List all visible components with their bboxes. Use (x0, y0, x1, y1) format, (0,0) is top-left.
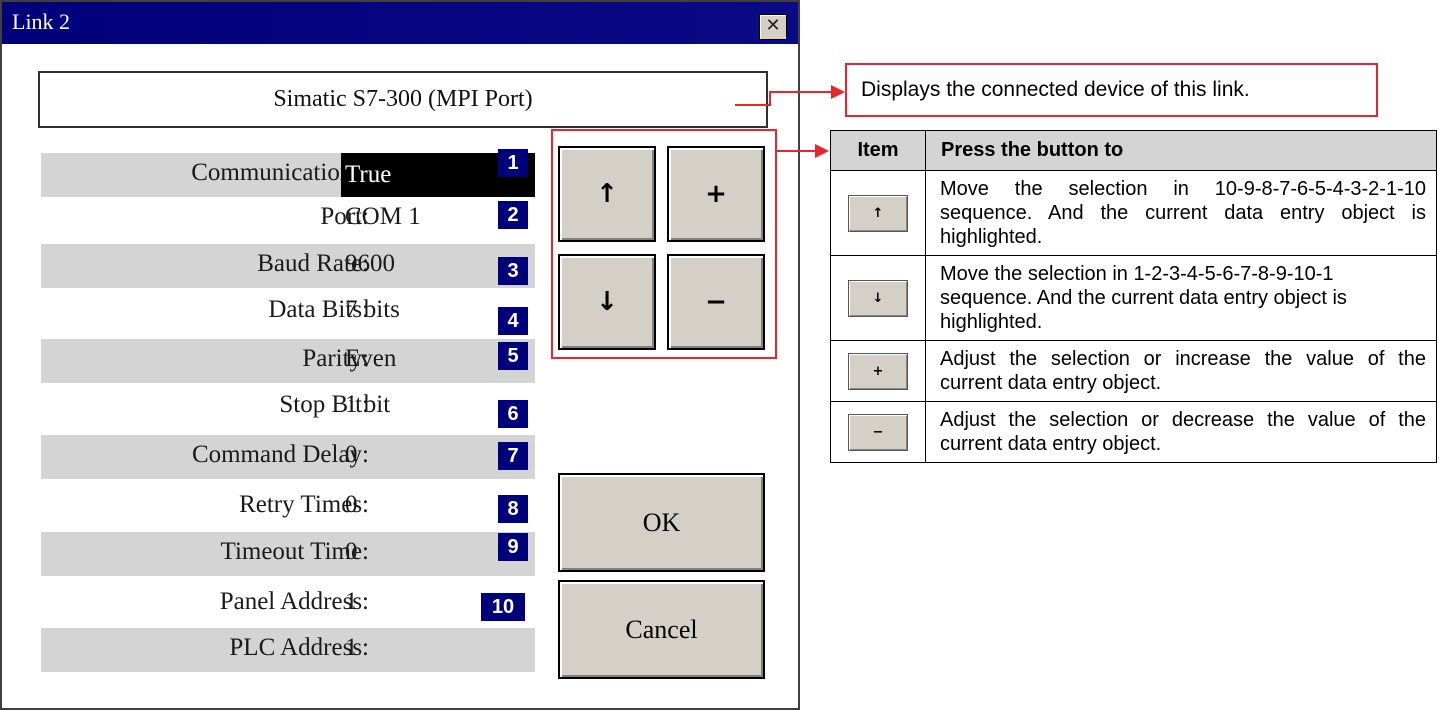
row-description: Move the selection in 1-2-3-4-5-6-7-8-9-… (925, 255, 1437, 341)
dialog-title: Link 2 (12, 9, 71, 34)
index-badge: 4 (498, 307, 528, 335)
index-badge: 2 (498, 201, 528, 229)
field-value[interactable]: 0 (345, 538, 358, 566)
table-row: ↑ Move the selection in 10-9-8-7-6-5-4-3… (830, 170, 1437, 256)
column-header-description: Press the button to (925, 130, 1437, 171)
connector-line (735, 104, 771, 106)
dialog-titlebar: Link 2 ✕ (2, 2, 798, 44)
connector-line (769, 91, 832, 93)
field-port[interactable]: Port: COM 1 (41, 197, 535, 241)
index-badge: 3 (498, 257, 528, 285)
field-parity[interactable]: Parity: Even (41, 339, 535, 383)
down-button[interactable]: ↓ (558, 254, 656, 350)
field-value[interactable]: 7 bits (345, 296, 400, 324)
close-icon: ✕ (765, 15, 781, 36)
field-baud-rate[interactable]: Baud Rate: 9600 (41, 244, 535, 288)
field-value[interactable]: 0 (345, 491, 358, 519)
table-row: − Adjust the selection or decrease the v… (830, 401, 1437, 463)
field-retry-times[interactable]: Retry Times: 0 (41, 485, 535, 529)
close-button[interactable]: ✕ (759, 14, 787, 40)
index-badge: 9 (498, 533, 528, 561)
connector-line (769, 91, 771, 106)
field-value[interactable]: 1 (345, 634, 358, 662)
table-row: ↓ Move the selection in 1-2-3-4-5-6-7-8-… (830, 255, 1437, 341)
field-label: Command Delay: (191, 441, 369, 468)
arrowhead-icon (831, 85, 845, 99)
field-value[interactable]: 0 (345, 441, 358, 469)
column-header-item: Item (830, 130, 926, 171)
arrow-up-icon: ↑ (848, 194, 908, 232)
field-panel-address[interactable]: Panel Address: 1 (41, 582, 535, 626)
arrow-down-icon: ↓ (848, 279, 908, 317)
index-badge: 1 (498, 149, 528, 177)
index-badge: 10 (481, 593, 525, 621)
up-button[interactable]: ↑ (558, 146, 656, 242)
plus-icon: + (705, 179, 727, 209)
field-communications[interactable]: Communications: True (41, 153, 535, 197)
minus-button[interactable]: − (667, 254, 765, 350)
row-description: Adjust the selection or decrease the val… (925, 401, 1437, 463)
field-value[interactable]: 1 (345, 588, 358, 616)
field-stop-bit[interactable]: Stop Bit: 1 bit (41, 385, 535, 429)
device-name-display: Simatic S7-300 (MPI Port) (38, 71, 768, 128)
arrow-down-icon: ↓ (596, 287, 618, 317)
table-row: + Adjust the selection or increase the v… (830, 340, 1437, 402)
field-data-bits[interactable]: Data Bits: 7 bits (41, 290, 535, 334)
minus-icon: − (705, 287, 727, 317)
link-dialog: Link 2 ✕ Simatic S7-300 (MPI Port) Commu… (0, 0, 800, 710)
field-value[interactable]: COM 1 (345, 203, 421, 231)
index-badge: 6 (498, 400, 528, 428)
connector-line (775, 150, 816, 152)
arrow-up-icon: ↑ (596, 179, 618, 209)
field-timeout-time[interactable]: Timeout Time: 0 (41, 532, 535, 576)
field-command-delay[interactable]: Command Delay: 0 (41, 435, 535, 479)
minus-icon: − (848, 413, 908, 451)
field-value[interactable]: 1 bit (345, 391, 390, 419)
row-description: Move the selection in 10-9-8-7-6-5-4-3-2… (925, 170, 1437, 256)
plus-button[interactable]: + (667, 146, 765, 242)
cancel-button[interactable]: Cancel (558, 580, 765, 679)
index-badge: 8 (498, 495, 528, 523)
field-value[interactable]: Even (345, 345, 396, 373)
index-badge: 5 (498, 342, 528, 370)
ok-button[interactable]: OK (558, 473, 765, 572)
row-description: Adjust the selection or increase the val… (925, 340, 1437, 402)
button-help-table: Item Press the button to ↑ Move the sele… (830, 130, 1437, 463)
device-callout: Displays the connected device of this li… (845, 63, 1378, 117)
arrowhead-icon (815, 144, 829, 158)
table-header-row: Item Press the button to (830, 130, 1437, 171)
index-badge: 7 (498, 442, 528, 470)
field-value[interactable]: 9600 (345, 250, 395, 278)
plus-icon: + (848, 352, 908, 390)
field-plc-address[interactable]: PLC Address: 1 (41, 628, 535, 672)
